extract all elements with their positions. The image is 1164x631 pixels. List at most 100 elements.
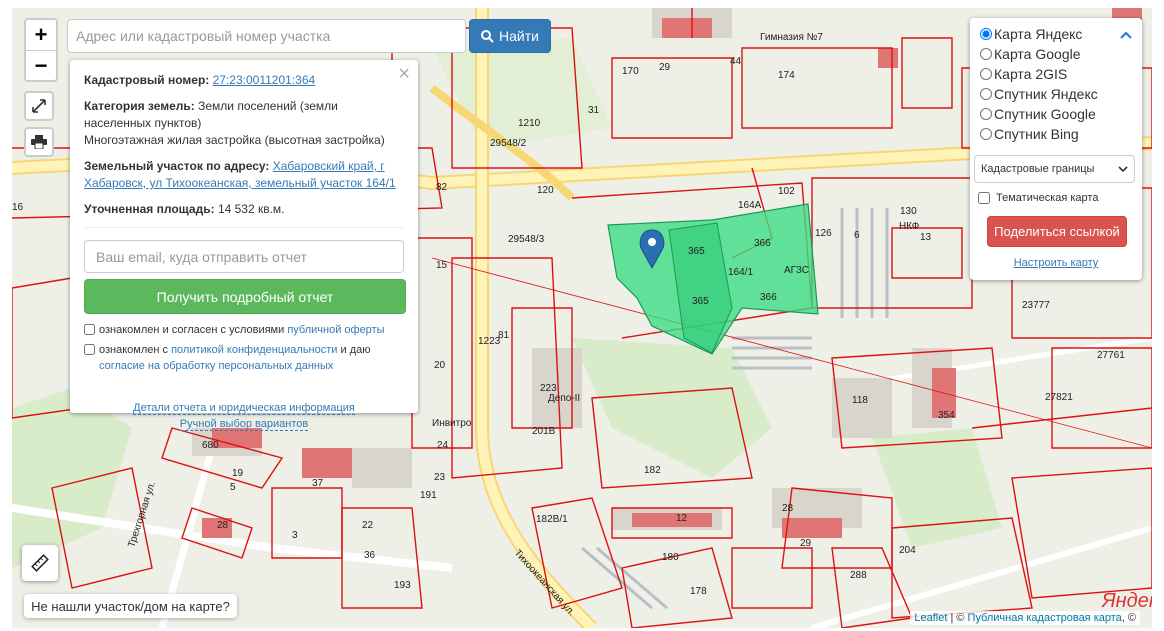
share-link-button[interactable]: Поделиться ссылкой	[987, 216, 1127, 247]
boundaries-select-value: Кадастровые границы	[981, 163, 1095, 175]
category-row: Категория земель: Земли поселений (земли…	[84, 98, 404, 149]
chevron-down-icon	[1118, 166, 1128, 172]
layer-option[interactable]: Спутник Google	[978, 104, 1134, 124]
email-field[interactable]	[84, 240, 404, 273]
address-label: Земельный участок по адресу:	[84, 159, 270, 173]
poi-label-invitro: Инвитро	[432, 418, 472, 429]
area-value: 14 532 кв.м.	[217, 202, 285, 216]
poi-label-gymnasium: Гимназия №7	[760, 32, 823, 43]
parcel-number-label: 28	[217, 520, 229, 531]
zoom-out-button[interactable]: −	[26, 51, 56, 81]
layer-option[interactable]: Карта Google	[978, 44, 1134, 64]
search-icon	[481, 29, 494, 43]
offer-agreement: ознакомлен и согласен с условиями публич…	[84, 322, 404, 338]
cadastral-label: Кадастровый номер:	[84, 73, 210, 87]
not-found-button[interactable]: Не нашли участок/дом на карте?	[24, 594, 237, 618]
parcel-number-label: 24	[437, 440, 449, 451]
layer-radio[interactable]	[980, 48, 992, 60]
poi-label-agzs: АГЗС	[784, 265, 809, 276]
parcel-number-label: 29548/2	[490, 138, 527, 149]
offer-link[interactable]: публичной оферты	[287, 324, 384, 336]
parcel-number-label: 1210	[518, 118, 541, 129]
parcel-number-label: 354	[938, 410, 955, 421]
privacy-checkbox[interactable]	[84, 344, 95, 355]
parcel-number-label: 6	[854, 230, 860, 241]
layer-option-label: Карта 2GIS	[994, 66, 1068, 82]
privacy-text: ознакомлен с	[99, 344, 169, 356]
parcel-number-label: 174	[778, 70, 795, 81]
thematic-checkbox[interactable]	[978, 192, 990, 204]
layer-radio[interactable]	[980, 68, 992, 80]
parcel-number-label: 27821	[1045, 392, 1073, 403]
parcel-number-label: 365	[688, 246, 705, 257]
parcel-number-label: 201В	[532, 426, 556, 437]
leaflet-link[interactable]: Leaflet	[914, 612, 947, 624]
offer-checkbox[interactable]	[84, 324, 95, 335]
close-icon[interactable]: ×	[398, 63, 410, 86]
parcel-number-label: 82	[436, 182, 448, 193]
layer-option-label: Спутник Google	[994, 106, 1096, 122]
parcel-number-label: 29548/3	[508, 234, 545, 245]
cadastral-number-link[interactable]: 27:23:0011201:364	[213, 73, 316, 87]
boundaries-select[interactable]: Кадастровые границы	[974, 155, 1135, 183]
zoom-control: + −	[24, 18, 58, 82]
parcel-number-label: 182	[644, 465, 661, 476]
print-button[interactable]	[24, 127, 54, 157]
address-search-input[interactable]	[67, 19, 466, 53]
chevron-up-icon[interactable]	[1120, 26, 1132, 42]
layer-radio[interactable]	[980, 88, 992, 100]
details-row: Детали отчета и юридическая информация	[84, 400, 404, 416]
parcel-number-label: 19	[232, 468, 244, 479]
land-use-value: Многоэтажная жилая застройка (высотная з…	[84, 133, 385, 147]
privacy-agreement: ознакомлен с политикой конфиденциальност…	[84, 342, 404, 374]
parcel-number-label: 23	[434, 472, 446, 483]
parcel-number-label: 1223	[478, 336, 501, 347]
parcel-number-label: 29	[659, 62, 671, 73]
parcel-number-label: 288	[850, 570, 867, 581]
consent-link[interactable]: согласие на обработку персональных данны…	[99, 360, 333, 372]
fullscreen-button[interactable]	[24, 91, 54, 121]
category-label: Категория земель:	[84, 99, 195, 113]
parcel-number-label: 44	[730, 56, 742, 67]
parcel-number-label: 5	[230, 482, 236, 493]
attribution-sep: | ©	[950, 612, 965, 624]
layer-radio[interactable]	[980, 28, 992, 40]
zoom-in-button[interactable]: +	[26, 20, 56, 51]
layer-option[interactable]: Спутник Яндекс	[978, 84, 1134, 104]
parcel-number-label: 130	[900, 206, 917, 217]
configure-map-link[interactable]: Настроить карту	[1014, 257, 1099, 269]
find-button-label: Найти	[499, 28, 539, 44]
ruler-icon	[31, 554, 49, 572]
manual-choice-link[interactable]: Ручной выбор вариантов	[179, 418, 309, 431]
report-details-link[interactable]: Детали отчета и юридическая информация	[133, 402, 355, 415]
parcel-number-label: 164/1	[728, 267, 753, 278]
parcel-number-label: 13	[920, 232, 932, 243]
measure-button[interactable]	[22, 545, 58, 581]
address-row: Земельный участок по адресу: Хабаровский…	[84, 158, 404, 192]
layer-option-label: Спутник Bing	[994, 126, 1079, 142]
area-row: Уточненная площадь: 14 532 кв.м.	[84, 201, 404, 218]
get-report-button[interactable]: Получить подробный отчет	[84, 279, 406, 314]
parcel-number-label: 27761	[1097, 350, 1125, 361]
attribution-tail: , ©	[1121, 612, 1136, 624]
layer-radio[interactable]	[980, 108, 992, 120]
layer-option[interactable]: Карта Яндекс	[978, 24, 1134, 44]
configure-row: Настроить карту	[978, 257, 1134, 269]
parcel-number-label: 178	[690, 586, 707, 597]
pkk-link[interactable]: Публичная кадастровая карта	[968, 612, 1122, 624]
parcel-number-label: 191	[420, 490, 437, 501]
find-button[interactable]: Найти	[469, 19, 551, 53]
parcel-number-label: 164А	[738, 200, 762, 211]
layer-radio[interactable]	[980, 128, 992, 140]
privacy-link[interactable]: политикой конфиденциальности	[171, 344, 337, 356]
parcel-number-label: 204	[899, 545, 916, 556]
layer-switcher: Карта Яндекс Карта Google Карта 2GIS Спутни…	[970, 18, 1142, 280]
layer-option[interactable]: Спутник Bing	[978, 124, 1134, 144]
parcel-number-label: 182В/1	[536, 514, 568, 525]
thematic-toggle[interactable]: Тематическая карта	[974, 192, 1134, 204]
layer-option[interactable]: Карта 2GIS	[978, 64, 1134, 84]
thematic-label: Тематическая карта	[996, 192, 1099, 204]
offer-text: ознакомлен и согласен с условиями	[99, 324, 285, 336]
parcel-number-label: 193	[394, 580, 411, 591]
parcel-info-panel: × Кадастровый номер: 27:23:0011201:364 К…	[70, 60, 418, 431]
